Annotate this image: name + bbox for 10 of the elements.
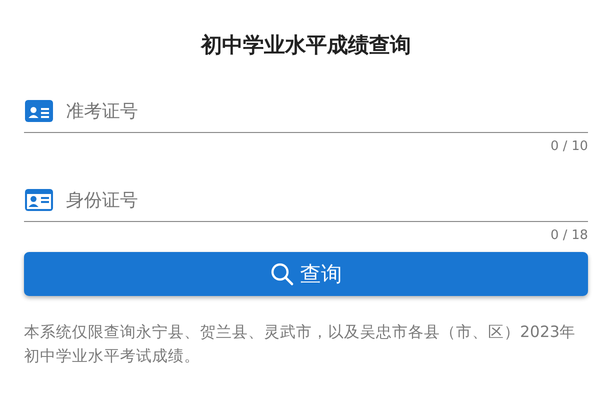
search-button[interactable]: 查询 [24,252,588,296]
page-title: 初中学业水平成绩查询 [200,32,412,59]
character-counter: 0 / 18 [550,228,588,244]
character-counter: 0 / 10 [550,139,588,155]
notice-text: 本系统仅限查询永宁县、贺兰县、灵武市，以及吴忠市各县（市、区）2023年初中学业水平考试成绩。 [24,322,577,367]
id-card-icon [24,188,54,212]
input-field[interactable]: 准考证号 [66,100,588,122]
id-card-icon [24,99,54,123]
search-icon [270,262,294,286]
input-field[interactable]: 身份证号 [66,190,588,210]
